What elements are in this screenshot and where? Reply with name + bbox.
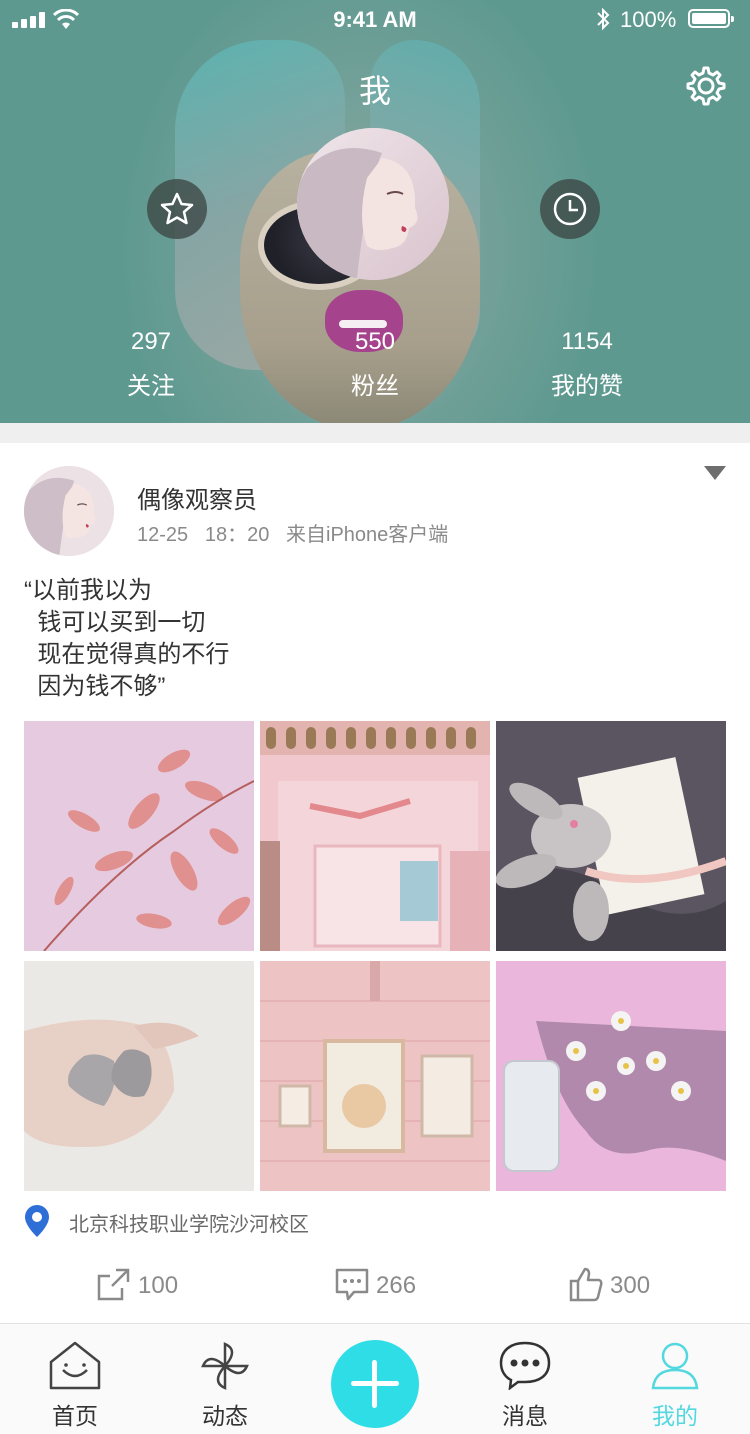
post-text-line: “以前我以为 (24, 577, 152, 604)
tab-me[interactable]: 我的 (600, 1324, 750, 1434)
post-image[interactable] (496, 961, 726, 1191)
home-icon (49, 1341, 101, 1390)
following-count: 297 (130, 328, 172, 355)
tab-me-label: 我的 (652, 1403, 698, 1429)
post-date: 12-25 (137, 524, 189, 546)
post-image[interactable] (24, 961, 254, 1191)
post-text-line: 现在觉得真的不行 (24, 641, 230, 668)
section-divider (0, 423, 750, 443)
message-icon (499, 1341, 551, 1390)
post-image[interactable] (496, 721, 726, 951)
star-icon (160, 192, 194, 225)
post-text: “以前我以为 钱可以买到一切 现在觉得真的不行 因为钱不够” (24, 575, 229, 703)
post-image[interactable] (260, 721, 490, 951)
tab-home[interactable]: 首页 (0, 1324, 150, 1434)
clock-icon (553, 192, 587, 226)
likes-label: 我的赞 (551, 373, 623, 400)
post-image[interactable] (260, 961, 490, 1191)
profile-header: 9:41 AM 100% 我 297 关注 550 粉丝 1154 我的赞 (0, 0, 750, 423)
profile-avatar[interactable] (297, 128, 449, 280)
favorites-button[interactable] (147, 179, 207, 239)
post-time: 18：20 (204, 524, 270, 546)
comment-icon (335, 1268, 369, 1301)
user-icon (651, 1342, 699, 1390)
publish-plus-button[interactable] (331, 1340, 419, 1428)
post-text-line: 钱可以买到一切 (24, 609, 206, 636)
stat-following[interactable]: 297 关注 (61, 328, 241, 401)
followers-label: 粉丝 (351, 373, 399, 400)
tab-home-label: 首页 (52, 1403, 98, 1429)
share-count: 100 (138, 1272, 179, 1299)
post-image[interactable] (24, 721, 254, 951)
author-name[interactable]: 偶像观察员 (137, 480, 257, 515)
page-title: 我 (358, 73, 391, 109)
settings-gear-icon[interactable] (684, 64, 728, 108)
like-count: 300 (610, 1272, 651, 1299)
share-icon (97, 1268, 130, 1301)
location-pin-icon (25, 1205, 49, 1237)
post-source: 来自iPhone客户端 (286, 524, 449, 546)
tab-moments[interactable]: 动态 (150, 1324, 300, 1434)
battery-icon (688, 9, 734, 28)
bluetooth-icon (597, 7, 610, 31)
tab-moments-label: 动态 (202, 1403, 248, 1429)
post-meta: 12-25 18：20 来自iPhone客户端 (137, 518, 448, 547)
tab-messages[interactable]: 消息 (450, 1324, 600, 1434)
followers-count: 550 (354, 328, 396, 355)
following-label: 关注 (127, 373, 175, 400)
likes-count: 1154 (561, 328, 613, 355)
status-bar: 9:41 AM 100% (0, 0, 750, 40)
author-avatar[interactable] (24, 466, 114, 556)
stat-followers[interactable]: 550 粉丝 (285, 328, 465, 401)
post-text-line: 因为钱不够” (24, 673, 166, 700)
battery-percent: 100% (620, 7, 677, 32)
post-location[interactable]: 北京科技职业学院沙河校区 (69, 1208, 309, 1237)
history-button[interactable] (540, 179, 600, 239)
tab-messages-label: 消息 (502, 1403, 548, 1429)
post-menu-dropdown-icon[interactable] (704, 466, 726, 480)
thumbs-up-icon (569, 1267, 603, 1302)
comment-count: 266 (376, 1272, 417, 1299)
stat-likes[interactable]: 1154 我的赞 (497, 328, 677, 401)
pinwheel-icon (201, 1342, 249, 1390)
